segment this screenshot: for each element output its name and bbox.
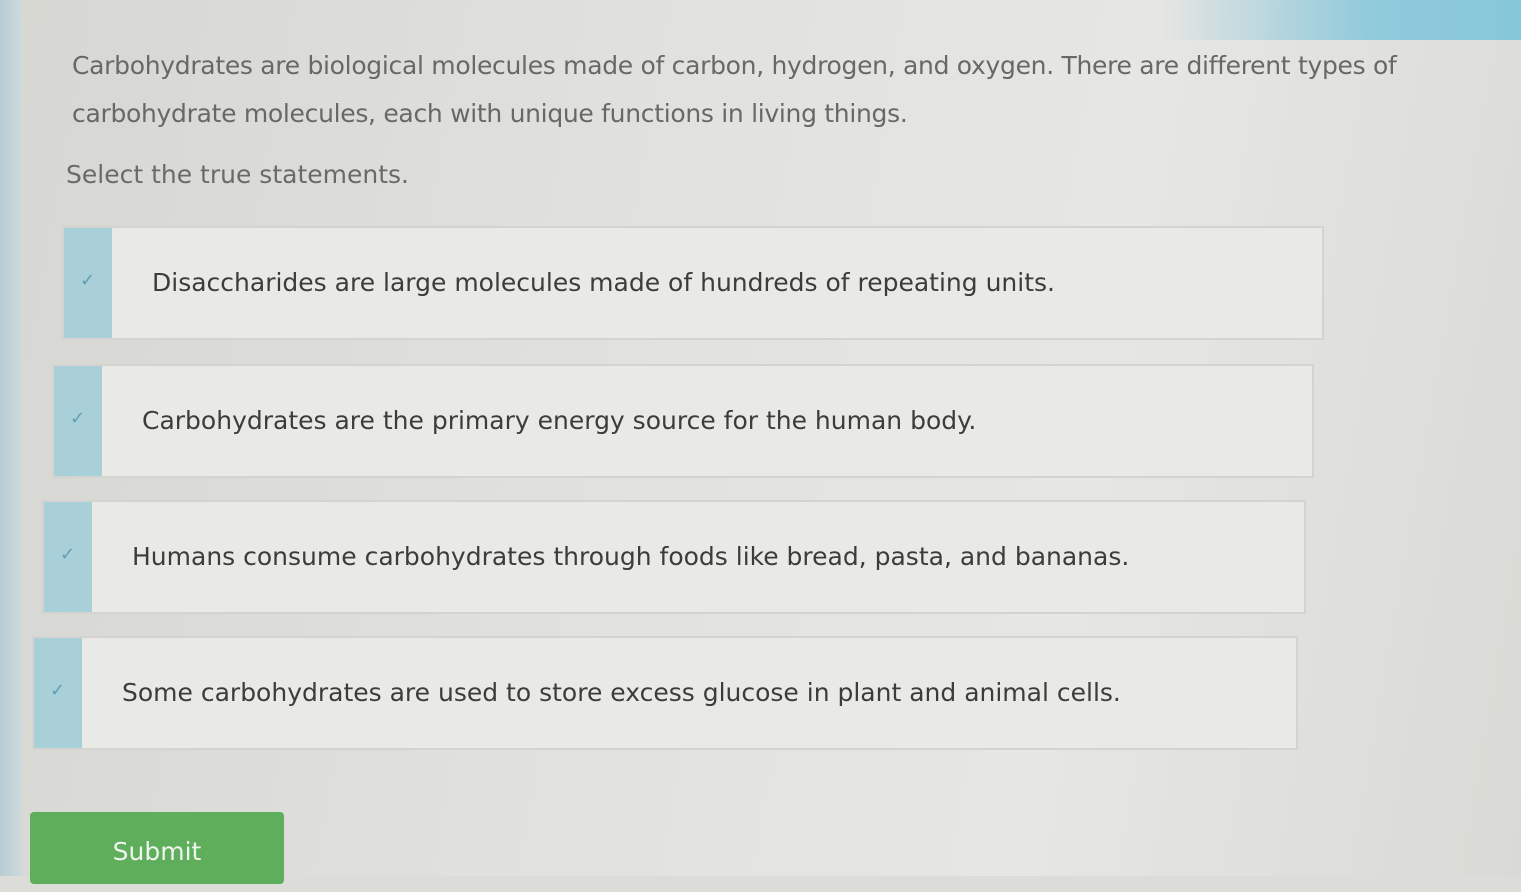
answer-options: ✓ Disaccharides are large molecules made… <box>0 0 1521 876</box>
option-checkbox[interactable]: ✓ <box>44 502 92 612</box>
check-icon: ✓ <box>70 408 86 429</box>
submit-button[interactable]: Submit <box>30 812 284 884</box>
answer-option-1[interactable]: ✓ Disaccharides are large molecules made… <box>62 226 1324 340</box>
quiz-page: Carbohydrates are biological molecules m… <box>0 0 1521 884</box>
answer-option-label: Disaccharides are large molecules made o… <box>152 268 1055 297</box>
check-icon: ✓ <box>50 680 66 701</box>
option-checkbox[interactable]: ✓ <box>54 366 102 476</box>
option-checkbox[interactable]: ✓ <box>34 638 82 748</box>
option-checkbox[interactable]: ✓ <box>64 228 112 338</box>
answer-option-3[interactable]: ✓ Humans consume carbohydrates through f… <box>42 500 1306 614</box>
answer-option-4[interactable]: ✓ Some carbohydrates are used to store e… <box>32 636 1298 750</box>
answer-option-label: Some carbohydrates are used to store exc… <box>122 678 1121 707</box>
answer-option-2[interactable]: ✓ Carbohydrates are the primary energy s… <box>52 364 1314 478</box>
answer-option-label: Humans consume carbohydrates through foo… <box>132 542 1130 571</box>
check-icon: ✓ <box>60 544 76 565</box>
check-icon: ✓ <box>80 270 96 291</box>
answer-option-label: Carbohydrates are the primary energy sou… <box>142 406 977 435</box>
